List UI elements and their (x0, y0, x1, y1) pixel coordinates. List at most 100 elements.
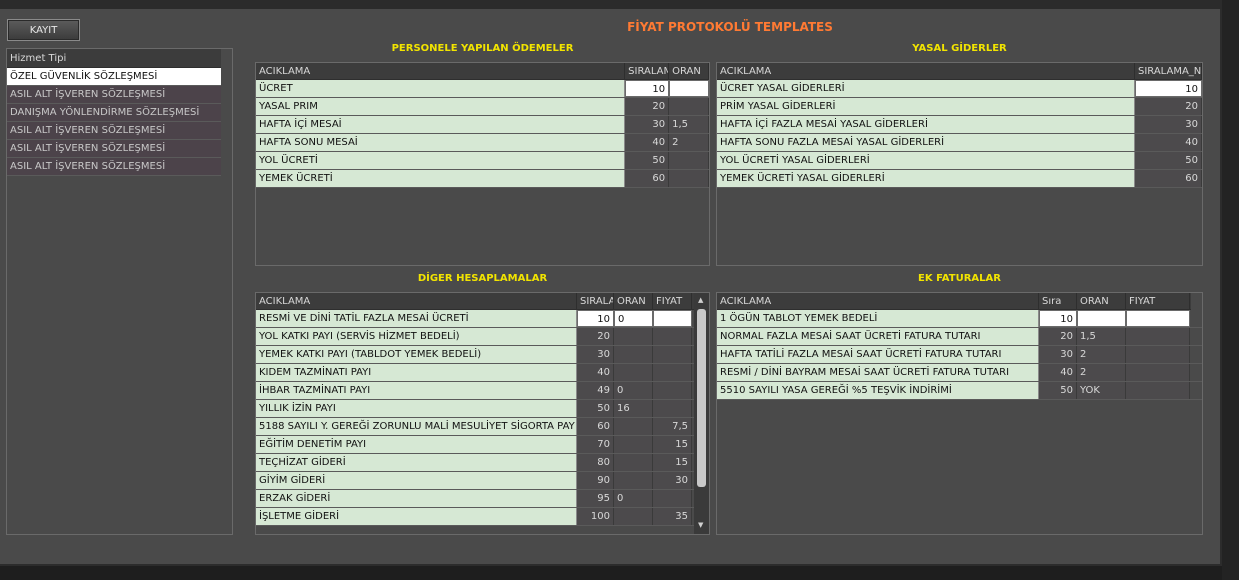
cell-aciklama[interactable]: RESMİ / DİNİ BAYRAM MESAİ SAAT ÜCRETİ FA… (717, 364, 1039, 381)
cell-oran[interactable]: 2 (1077, 364, 1126, 381)
cell-aciklama[interactable]: YASAL PRIM (256, 98, 626, 115)
save-button[interactable]: KAYIT (7, 19, 80, 41)
cell-sira[interactable]: 40 (1135, 134, 1202, 151)
cell-oran[interactable] (669, 98, 709, 115)
cell-aciklama[interactable]: YEMEK ÜCRETİ YASAL GİDERLERİ (717, 170, 1135, 187)
scroll-up-icon[interactable]: ▲ (698, 296, 703, 304)
table-row[interactable]: 1 ÖGÜN TABLOT YEMEK BEDELİ 10 (717, 310, 1202, 328)
cell-fiyat[interactable] (1126, 310, 1190, 327)
cell-sira[interactable]: 49 (577, 382, 614, 399)
table-row[interactable]: ÜCRET 10 (256, 80, 709, 98)
cell-aciklama[interactable]: NORMAL FAZLA MESAİ SAAT ÜCRETİ FATURA TU… (717, 328, 1039, 345)
cell-oran[interactable] (1077, 310, 1126, 327)
table-row[interactable]: RESMİ VE DİNİ TATİL FAZLA MESAİ ÜCRETİ 1… (256, 310, 709, 328)
table-row[interactable]: YOL KATKI PAYI (SERVİS HİZMET BEDELİ) 20 (256, 328, 709, 346)
cell-aciklama[interactable]: İŞLETME GİDERİ (256, 508, 577, 525)
cell-oran[interactable] (614, 472, 653, 489)
column-header[interactable]: ACIKLAMA (717, 63, 1135, 79)
cell-aciklama[interactable]: RESMİ VE DİNİ TATİL FAZLA MESAİ ÜCRETİ (256, 310, 577, 327)
cell-sira[interactable]: 50 (625, 152, 670, 169)
cell-sira[interactable]: 40 (625, 134, 670, 151)
cell-fiyat[interactable] (653, 310, 692, 327)
table-row[interactable]: HAFTA TATİLİ FAZLA MESAİ SAAT ÜCRETİ FAT… (717, 346, 1202, 364)
table-row[interactable]: YEMEK KATKI PAYI (TABLDOT YEMEK BEDELİ) … (256, 346, 709, 364)
cell-sira[interactable]: 30 (577, 346, 614, 363)
cell-oran[interactable] (614, 346, 653, 363)
table-row[interactable]: 5510 SAYILI YASA GEREĞİ %5 TEŞVİK İNDİRİ… (717, 382, 1202, 400)
cell-oran[interactable]: 16 (614, 400, 653, 417)
cell-oran[interactable]: 0 (614, 382, 653, 399)
list-item[interactable]: ÖZEL GÜVENLİK SÖZLEŞMESİ (7, 68, 221, 86)
cell-aciklama[interactable]: YEMEK KATKI PAYI (TABLDOT YEMEK BEDELİ) (256, 346, 577, 363)
cell-aciklama[interactable]: HAFTA SONU MESAİ (256, 134, 626, 151)
cell-aciklama[interactable]: GİYİM GİDERİ (256, 472, 577, 489)
cell-aciklama[interactable]: 5510 SAYILI YASA GEREĞİ %5 TEŞVİK İNDİRİ… (717, 382, 1039, 399)
table-row[interactable]: PRİM YASAL GİDERLERİ 20 (717, 98, 1202, 116)
table-row[interactable]: ÜCRET YASAL GİDERLERİ 10 (717, 80, 1202, 98)
cell-sira[interactable]: 70 (577, 436, 614, 453)
cell-oran[interactable] (669, 152, 709, 169)
cell-oran[interactable] (614, 418, 653, 435)
cell-aciklama[interactable]: HAFTA İÇİ FAZLA MESAİ YASAL GİDERLERİ (717, 116, 1135, 133)
cell-aciklama[interactable]: YOL KATKI PAYI (SERVİS HİZMET BEDELİ) (256, 328, 577, 345)
cell-aciklama[interactable]: YOL ÜCRETİ YASAL GİDERLERİ (717, 152, 1135, 169)
cell-aciklama[interactable]: ERZAK GİDERİ (256, 490, 577, 507)
cell-oran[interactable]: 0 (614, 310, 653, 327)
cell-sira[interactable]: 10 (1135, 80, 1202, 97)
cell-sira[interactable]: 50 (577, 400, 614, 417)
cell-oran[interactable]: 0 (614, 490, 653, 507)
cell-fiyat[interactable]: 15 (653, 454, 692, 471)
cell-oran[interactable]: 2 (1077, 346, 1126, 363)
list-item[interactable]: ASIL ALT İŞVEREN SÖZLEŞMESİ (7, 158, 221, 176)
table-row[interactable]: YASAL PRIM 20 (256, 98, 709, 116)
table-row[interactable]: TEÇHİZAT GİDERİ 80 15 (256, 454, 709, 472)
cell-oran[interactable] (614, 454, 653, 471)
cell-oran[interactable]: 1,5 (1077, 328, 1126, 345)
table-row[interactable]: YOL ÜCRETİ YASAL GİDERLERİ 50 (717, 152, 1202, 170)
table-row[interactable]: YEMEK ÜCRETİ YASAL GİDERLERİ 60 (717, 170, 1202, 188)
cell-sira[interactable]: 80 (577, 454, 614, 471)
cell-aciklama[interactable]: YILLIK İZİN PAYI (256, 400, 577, 417)
column-header[interactable]: ORAN (614, 293, 653, 309)
cell-sira[interactable]: 100 (577, 508, 614, 525)
cell-sira[interactable]: 10 (1039, 310, 1077, 327)
cell-oran[interactable] (669, 80, 709, 97)
cell-fiyat[interactable] (1126, 364, 1190, 381)
cell-aciklama[interactable]: HAFTA TATİLİ FAZLA MESAİ SAAT ÜCRETİ FAT… (717, 346, 1039, 363)
list-item[interactable]: ASIL ALT İŞVEREN SÖZLEŞMESİ (7, 140, 221, 158)
scroll-down-icon[interactable]: ▼ (698, 521, 703, 529)
cell-sira[interactable]: 60 (1135, 170, 1202, 187)
cell-oran[interactable]: 2 (669, 134, 709, 151)
table-row[interactable]: YILLIK İZİN PAYI 50 16 (256, 400, 709, 418)
cell-sira[interactable]: 20 (577, 328, 614, 345)
cell-fiyat[interactable]: 35 (653, 508, 692, 525)
cell-oran[interactable] (614, 508, 653, 525)
column-header[interactable]: SIRALAM (625, 63, 670, 79)
list-item[interactable]: ASIL ALT İŞVEREN SÖZLEŞMESİ (7, 86, 221, 104)
cell-aciklama[interactable]: YEMEK ÜCRETİ (256, 170, 626, 187)
cell-fiyat[interactable]: 7,5 (653, 418, 692, 435)
table-row[interactable]: RESMİ / DİNİ BAYRAM MESAİ SAAT ÜCRETİ FA… (717, 364, 1202, 382)
cell-sira[interactable]: 40 (1039, 364, 1077, 381)
table-row[interactable]: HAFTA SONU FAZLA MESAİ YASAL GİDERLERİ 4… (717, 134, 1202, 152)
cell-oran[interactable] (669, 170, 709, 187)
cell-fiyat[interactable] (1126, 346, 1190, 363)
column-header[interactable]: ACIKLAMA (717, 293, 1039, 309)
table-row[interactable]: 5188 SAYILI Y. GEREĞİ ZORUNLU MALİ MESUL… (256, 418, 709, 436)
column-header[interactable]: ACIKLAMA (256, 293, 577, 309)
cell-sira[interactable]: 10 (625, 80, 670, 97)
cell-sira[interactable]: 95 (577, 490, 614, 507)
cell-sira[interactable]: 20 (625, 98, 670, 115)
cell-sira[interactable]: 30 (625, 116, 670, 133)
cell-aciklama[interactable]: KIDEM TAZMİNATI PAYI (256, 364, 577, 381)
cell-oran[interactable]: 1,5 (669, 116, 709, 133)
table-row[interactable]: HAFTA İÇİ MESAİ 30 1,5 (256, 116, 709, 134)
list-item[interactable]: DANIŞMA YÖNLENDİRME SÖZLEŞMESİ (7, 104, 221, 122)
cell-sira[interactable]: 60 (577, 418, 614, 435)
cell-sira[interactable]: 30 (1135, 116, 1202, 133)
cell-aciklama[interactable]: ÜCRET (256, 80, 626, 97)
cell-aciklama[interactable]: PRİM YASAL GİDERLERİ (717, 98, 1135, 115)
cell-aciklama[interactable]: 5188 SAYILI Y. GEREĞİ ZORUNLU MALİ MESUL… (256, 418, 577, 435)
table-row[interactable]: ERZAK GİDERİ 95 0 (256, 490, 709, 508)
cell-sira[interactable]: 90 (577, 472, 614, 489)
